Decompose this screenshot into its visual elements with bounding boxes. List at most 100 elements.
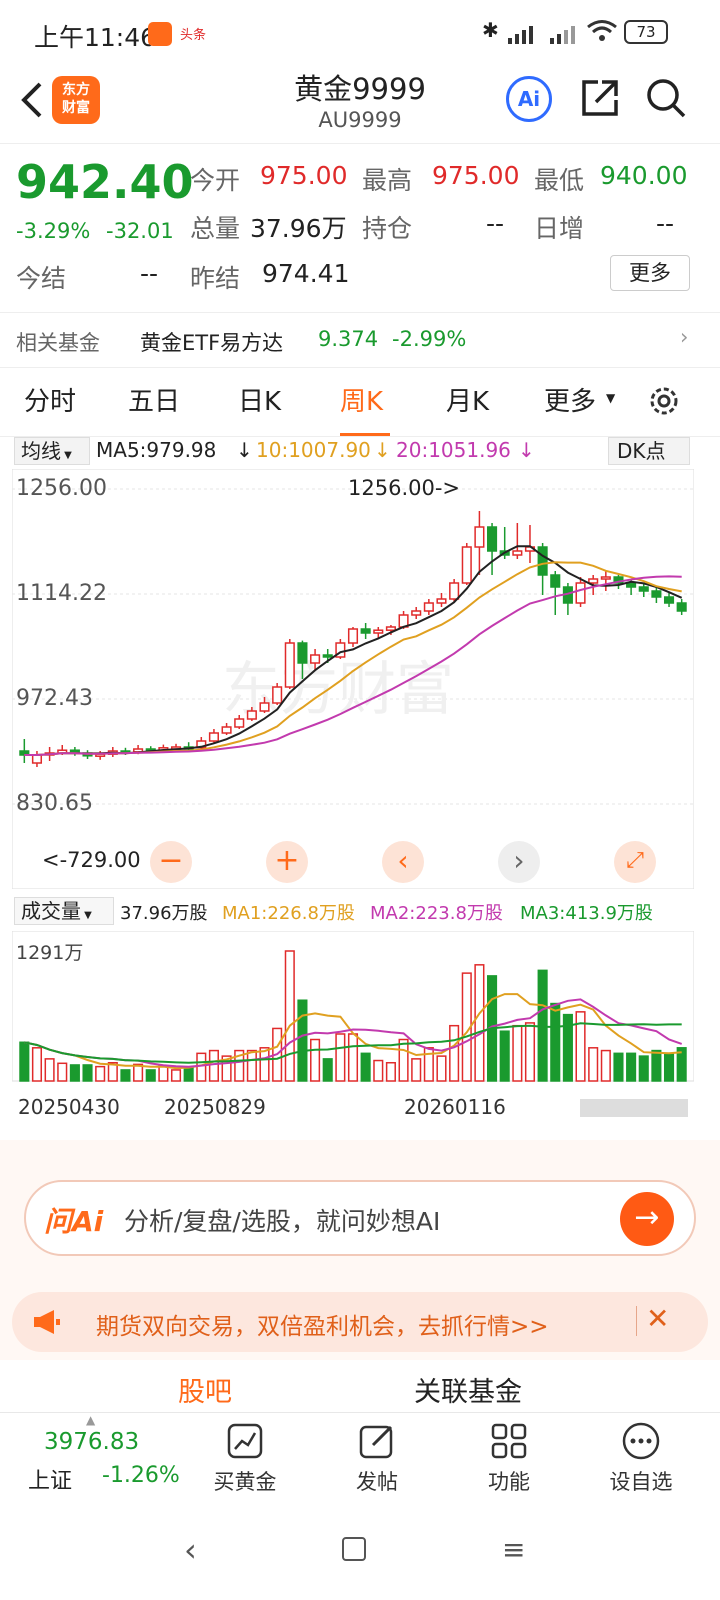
high-value: 975.00 (432, 161, 520, 190)
chart-icon (227, 1423, 263, 1459)
tab-forum[interactable]: 股吧 (178, 1370, 232, 1409)
tab-five-day[interactable]: 五日 (128, 381, 180, 418)
candle-body (512, 550, 523, 556)
volume-bar (335, 1033, 346, 1082)
candle-body (360, 628, 371, 634)
ask-ai-logo: 问Ai (44, 1205, 104, 1238)
index-change[interactable]: -1.26% (102, 1463, 180, 1488)
tab-more[interactable]: 更多 (544, 381, 596, 418)
volume-current: 37.96万股 (120, 903, 208, 924)
candle-body (310, 654, 321, 664)
kline-chart[interactable]: 东方财富 1256.001114.22972.43830.65688.86 12… (12, 469, 694, 889)
zoom-out-button[interactable]: − (150, 841, 192, 883)
candle-body (423, 602, 434, 612)
ai-search-bar[interactable]: 问Ai 分析/复盘/选股，就问妙想AI → (24, 1180, 696, 1256)
signal-icon-2 (548, 22, 588, 44)
volume-chart[interactable]: 1291万 (12, 931, 694, 1083)
bottom-dock: ▲ 3976.83 上证 -1.26% 买黄金 发帖 功能 设自选 (0, 1412, 720, 1504)
buy-gold-button[interactable]: 买黄金 (190, 1421, 300, 1496)
volume-bar (208, 1049, 219, 1082)
high-label: 最高 (362, 166, 413, 195)
volume-bar (398, 1038, 409, 1082)
sys-back-icon[interactable]: ‹ (184, 1531, 197, 1569)
post-label: 发帖 (356, 1470, 398, 1494)
volume-bar (436, 1055, 447, 1082)
volume-bar (120, 1069, 131, 1082)
functions-button[interactable]: 功能 (454, 1421, 564, 1496)
volume-bar (373, 1059, 384, 1082)
fund-change: -2.99% (392, 327, 467, 351)
zoom-in-button[interactable]: + (266, 841, 308, 883)
chevron-right-icon: › (680, 325, 689, 349)
clock: 上午11:46 (34, 23, 157, 52)
search-icon[interactable] (644, 76, 688, 120)
candle-body (487, 526, 498, 552)
sys-menu-icon[interactable]: ≡ (502, 1533, 525, 1566)
battery-icon: 73 (624, 20, 668, 44)
volume-bar (474, 964, 485, 1082)
promo-banner[interactable]: 期货双向交易，双倍盈利机会，去抓行情>> ✕ (12, 1292, 708, 1352)
candle-body (638, 586, 649, 592)
ma20-value: 20:1051.96 (396, 438, 511, 462)
post-button[interactable]: 发帖 (322, 1421, 432, 1496)
index-value[interactable]: 3976.83 (44, 1429, 139, 1455)
volume-bar (196, 1052, 207, 1082)
volume-bar (246, 1049, 257, 1082)
tab-intraday[interactable]: 分时 (24, 381, 76, 418)
status-bar: 上午11:46 头条 ✱ 73 (0, 0, 720, 60)
ai-icon[interactable]: Ai (506, 76, 552, 122)
active-tab-indicator (340, 433, 390, 436)
index-name[interactable]: 上证 (28, 1463, 72, 1495)
open-interest-value: -- (486, 209, 505, 238)
buy-gold-label: 买黄金 (213, 1470, 277, 1494)
volume-bar (170, 1069, 182, 1082)
tab-related-funds[interactable]: 关联基金 (414, 1370, 522, 1409)
scroll-right-button[interactable]: › (498, 841, 540, 883)
tab-weekly-k[interactable]: 周K (340, 381, 383, 418)
sys-home-icon[interactable] (342, 1537, 366, 1561)
chart-area: 均线 ▼ MA5:979.98 ↓ 10:1007.90 ↓ 20:1051.9… (0, 437, 720, 1137)
last-price: 942.40 (16, 155, 194, 209)
date-label-2: 20250829 (164, 1095, 266, 1119)
share-icon[interactable] (578, 76, 622, 120)
candle-body (234, 718, 245, 728)
candle-body (284, 642, 295, 688)
volume-label: 总量 (190, 214, 241, 243)
close-icon[interactable]: ✕ (646, 1302, 669, 1335)
content-tabs: 股吧 关联基金 (0, 1360, 720, 1410)
candle-body (474, 526, 485, 548)
change-value: -32.01 (106, 219, 174, 243)
volume-bar (499, 1030, 510, 1082)
dk-point-button[interactable]: DK点 (608, 437, 690, 465)
candle-body (373, 629, 384, 634)
tab-daily-k[interactable]: 日K (238, 381, 281, 418)
open-interest-label: 持仓 (362, 214, 413, 243)
volume-bar (600, 1049, 611, 1082)
fullscreen-icon[interactable]: ⤢ (614, 841, 656, 883)
volume-bar (651, 1049, 662, 1082)
scroll-left-button[interactable]: ‹ (382, 841, 424, 883)
gear-icon[interactable] (646, 383, 682, 419)
price-axis: 1256.001114.22972.43830.65688.86 (16, 476, 107, 816)
bluetooth-icon: ✱ (482, 18, 499, 42)
volume-bar (588, 1047, 599, 1082)
candle-body (461, 546, 472, 584)
volume-dropdown-label: 成交量 (21, 899, 81, 923)
signal-icon (506, 22, 546, 44)
volume-dropdown[interactable]: 成交量 ▼ (14, 897, 114, 925)
ma-dropdown[interactable]: 均线 ▼ (14, 437, 90, 465)
related-fund-bar[interactable]: 相关基金 黄金ETF易方达 9.374 -2.99% › (0, 312, 720, 368)
megaphone-icon (30, 1306, 62, 1338)
candle-body (575, 582, 586, 604)
more-quote-button[interactable]: 更多 (610, 255, 690, 291)
add-watchlist-button[interactable]: 设自选 (586, 1421, 696, 1496)
candle-body (588, 578, 599, 584)
arrow-right-icon[interactable]: → (620, 1192, 674, 1246)
tab-monthly-k[interactable]: 月K (446, 381, 489, 418)
volume-bar (259, 1047, 270, 1082)
volume-bars (19, 950, 687, 1082)
price-tick-label: 1256.00 (16, 476, 107, 501)
volume-max-label: 1291万 (16, 942, 83, 964)
fund-name: 黄金ETF易方达 (140, 331, 284, 355)
candle-body (259, 702, 270, 712)
